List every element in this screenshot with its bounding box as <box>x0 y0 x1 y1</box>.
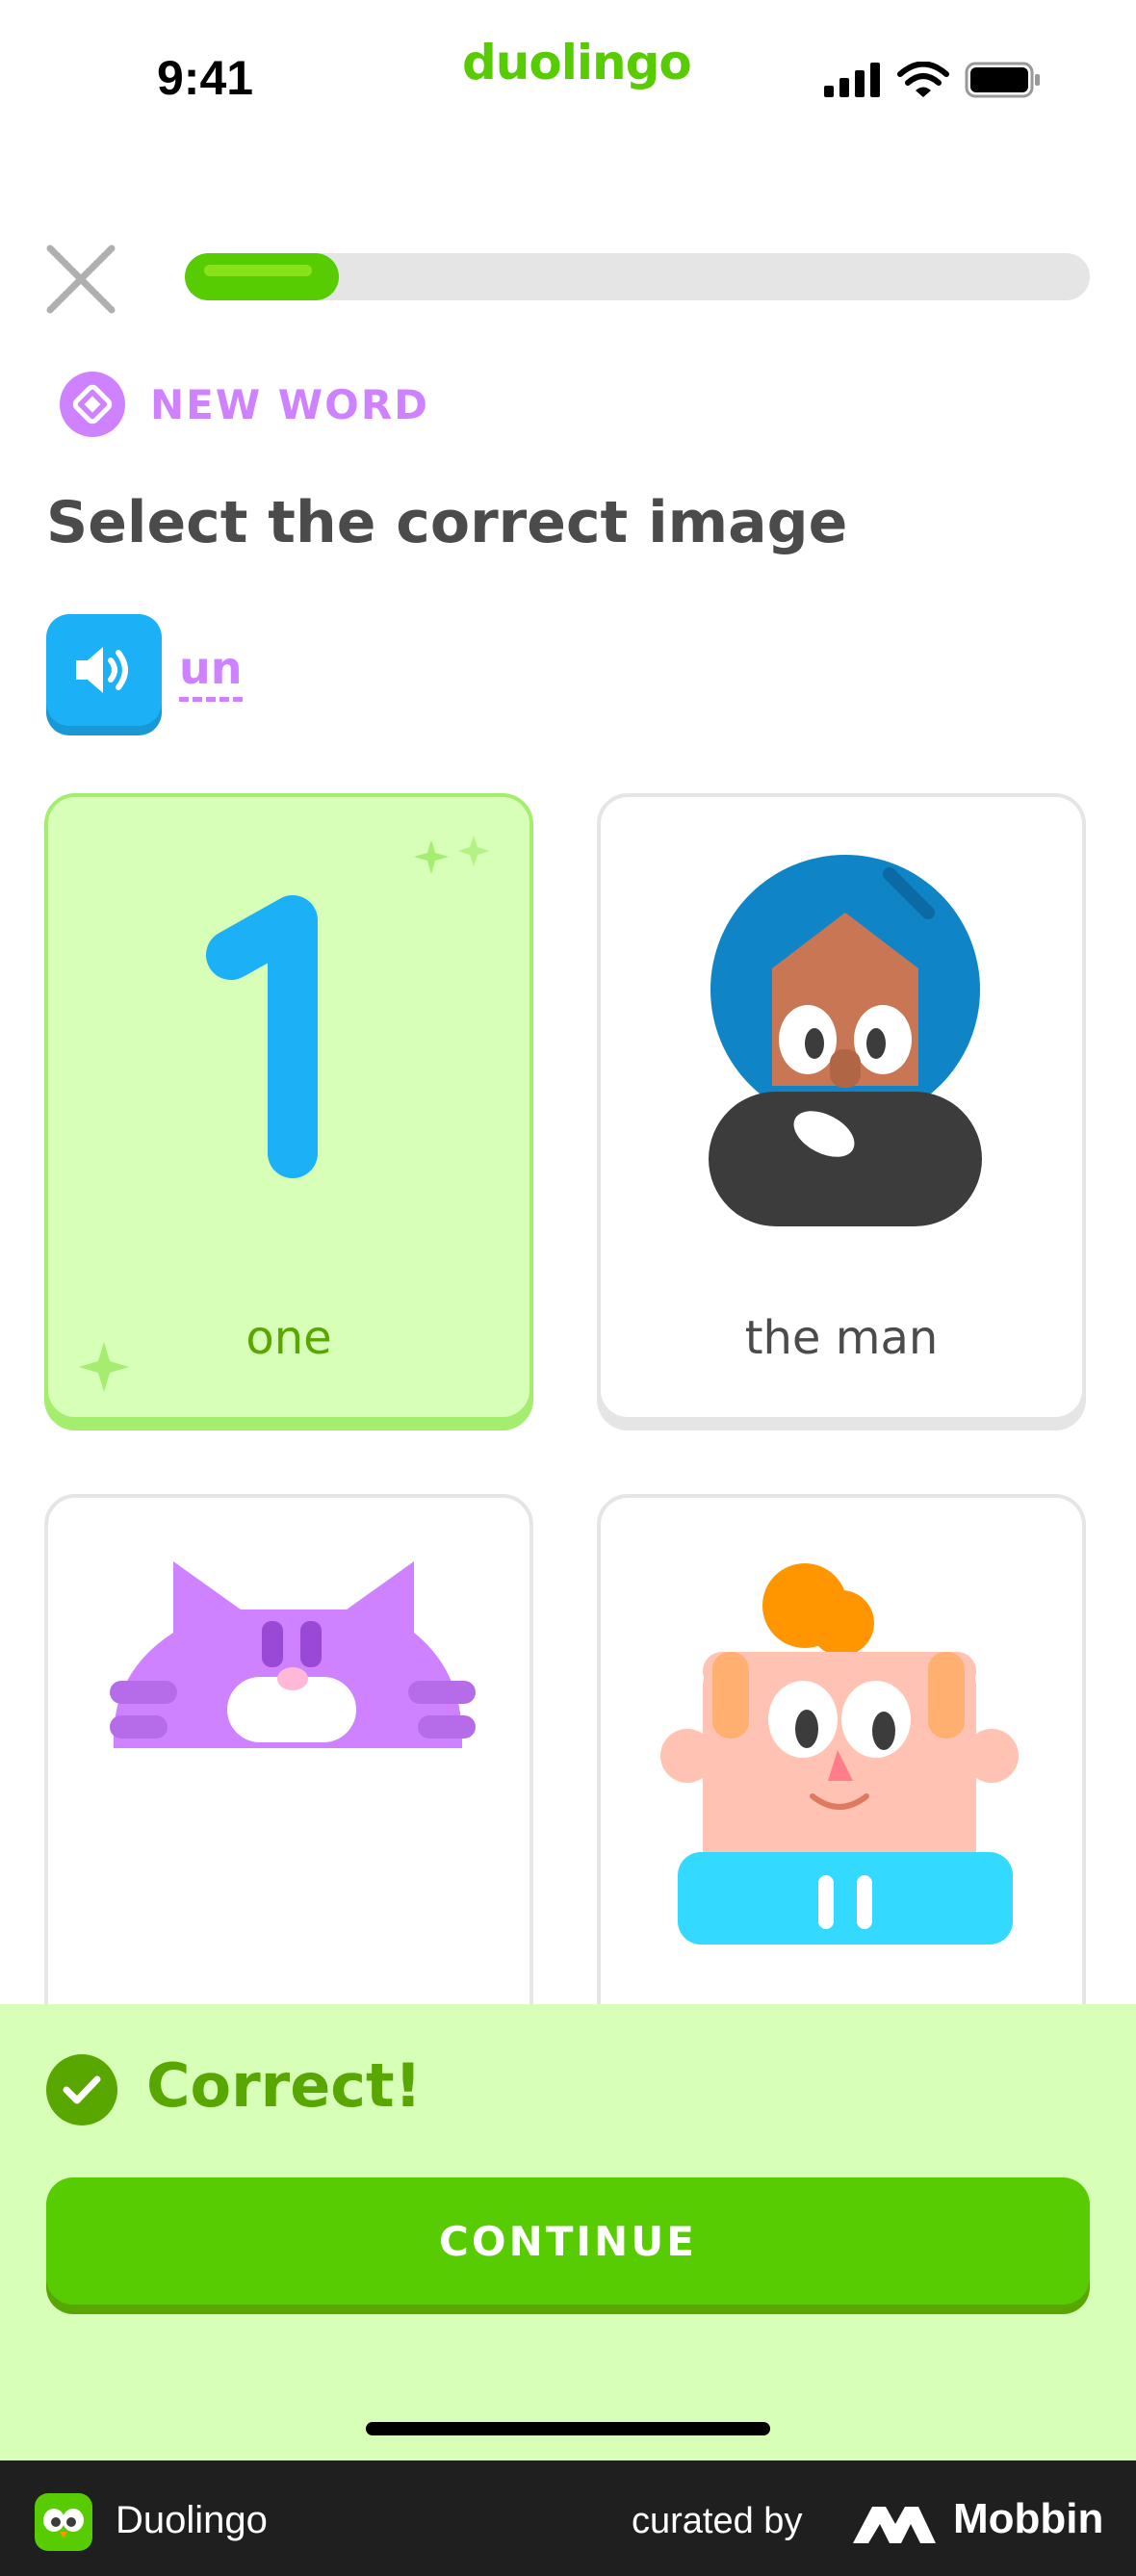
cellular-signal-icon <box>824 63 880 97</box>
option-card-cat[interactable] <box>44 1494 533 2033</box>
check-icon <box>46 2054 117 2125</box>
continue-button[interactable]: CONTINUE <box>46 2177 1090 2305</box>
battery-icon <box>965 62 1040 98</box>
new-word-icon <box>60 372 125 437</box>
card-label: the man <box>744 1311 939 1365</box>
status-time: 9:41 <box>157 51 254 105</box>
close-button[interactable] <box>42 241 119 318</box>
target-word[interactable]: un <box>179 643 243 702</box>
status-icons <box>824 62 1042 98</box>
close-icon <box>46 245 116 314</box>
option-card-one[interactable]: one <box>44 793 533 1421</box>
home-indicator[interactable] <box>366 2422 770 2435</box>
brand-logo-text: duolingo <box>462 35 692 90</box>
speaker-icon <box>76 647 128 693</box>
play-audio-button[interactable] <box>46 614 162 726</box>
option-card-the-man[interactable]: the man <box>597 793 1086 1421</box>
feedback-message: Correct! <box>146 2050 422 2121</box>
progress-shine <box>204 265 312 276</box>
mobbin-logo-icon <box>853 2507 936 2543</box>
progress-fill <box>185 253 339 300</box>
footer-app-name: Duolingo <box>116 2499 268 2541</box>
footer-curated-by: curated by <box>632 2501 803 2541</box>
card-label: one <box>245 1311 332 1365</box>
challenge-prompt: Select the correct image <box>46 489 848 556</box>
wifi-icon <box>897 62 949 97</box>
cat-illustration <box>110 1561 476 1748</box>
lesson-progress-bar <box>185 253 1090 300</box>
boy-illustration <box>660 1563 1019 1945</box>
duolingo-app-icon <box>35 2493 92 2551</box>
footer-brand: Mobbin <box>953 2495 1104 2542</box>
option-card-boy[interactable] <box>597 1494 1086 2033</box>
new-word-label: NEW WORD <box>150 381 430 428</box>
